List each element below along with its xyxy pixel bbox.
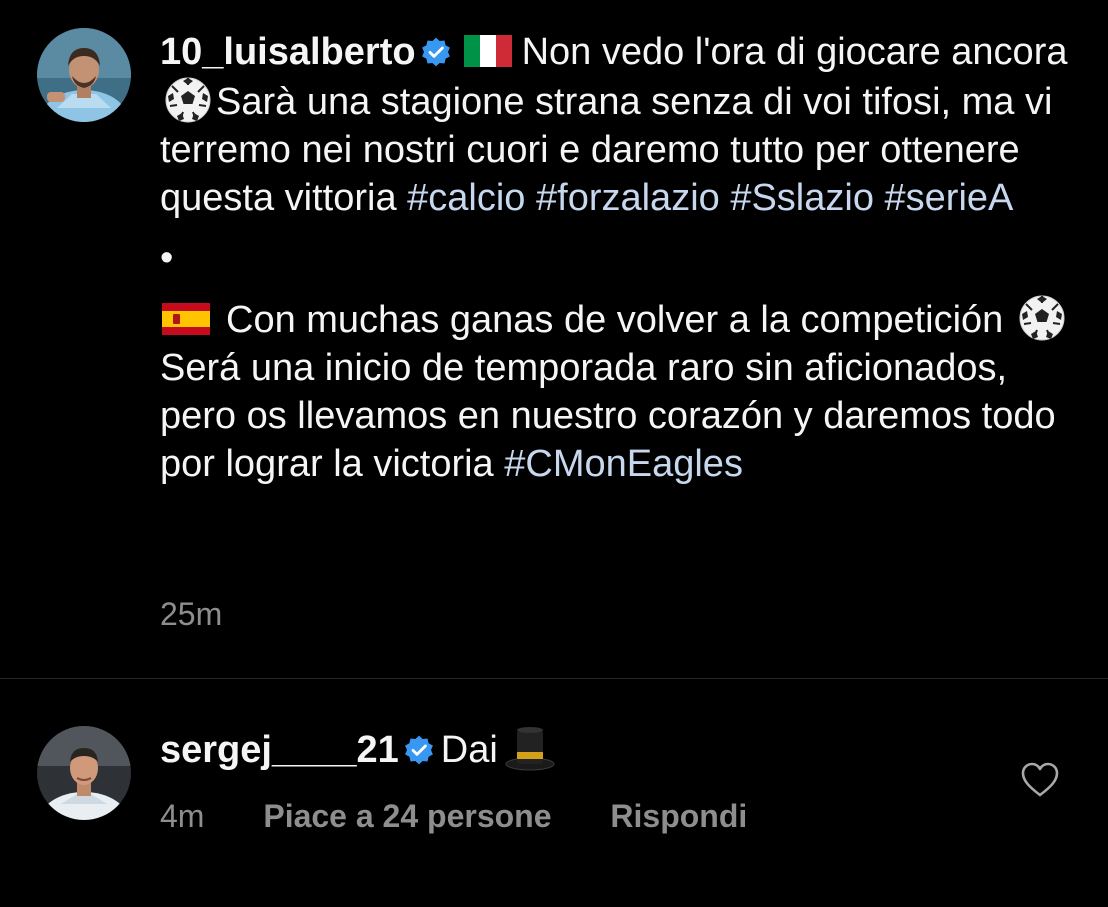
hashtag-cmoneagles[interactable]: #CMonEagles: [504, 443, 743, 485]
spain-flag-icon: [162, 303, 210, 335]
hashtag-seriea[interactable]: #serieA: [885, 177, 1014, 219]
heart-outline-icon[interactable]: [1020, 760, 1060, 800]
caption-it-line-1: Non vedo l'ora di giocare ancora: [521, 31, 1068, 73]
verified-badge-icon: [421, 37, 450, 67]
comment-body: sergej____21 Dai: [160, 724, 556, 774]
comment-meta: 4m Piace a 24 persone Rispondi: [160, 798, 747, 835]
hashtag-forzalazio[interactable]: #forzalazio: [536, 177, 720, 219]
comment-username[interactable]: sergej____21: [160, 729, 399, 771]
verified-badge-icon: [404, 735, 433, 765]
italy-flag-icon: [463, 35, 512, 67]
caption-body: 10_luisalberto Non vedo l'ora di giocare …: [160, 28, 1080, 488]
post-caption: 10_luisalberto Non vedo l'ora di giocare …: [0, 0, 1108, 678]
post-timestamp: 25m: [160, 596, 223, 632]
reply-button[interactable]: Rispondi: [610, 798, 747, 835]
post-username[interactable]: 10_luisalberto: [160, 31, 416, 73]
top-hat-icon: [505, 727, 555, 771]
hashtag-sslazio[interactable]: #Sslazio: [730, 177, 874, 219]
commenter-avatar[interactable]: [37, 726, 131, 820]
section-divider: [0, 678, 1108, 679]
hashtag-calcio[interactable]: #calcio: [407, 177, 525, 219]
soccer-ball-icon: [1019, 295, 1065, 341]
caption-separator: •: [160, 237, 174, 279]
comment-timestamp: 4m: [160, 798, 205, 834]
caption-es-line-1: Con muchas ganas de volver a la competic…: [226, 299, 1004, 341]
author-avatar[interactable]: [37, 28, 131, 122]
soccer-ball-icon: [165, 77, 211, 123]
comment-likes-link[interactable]: Piace a 24 persone: [263, 798, 551, 835]
comment-message: Dai: [440, 729, 498, 771]
